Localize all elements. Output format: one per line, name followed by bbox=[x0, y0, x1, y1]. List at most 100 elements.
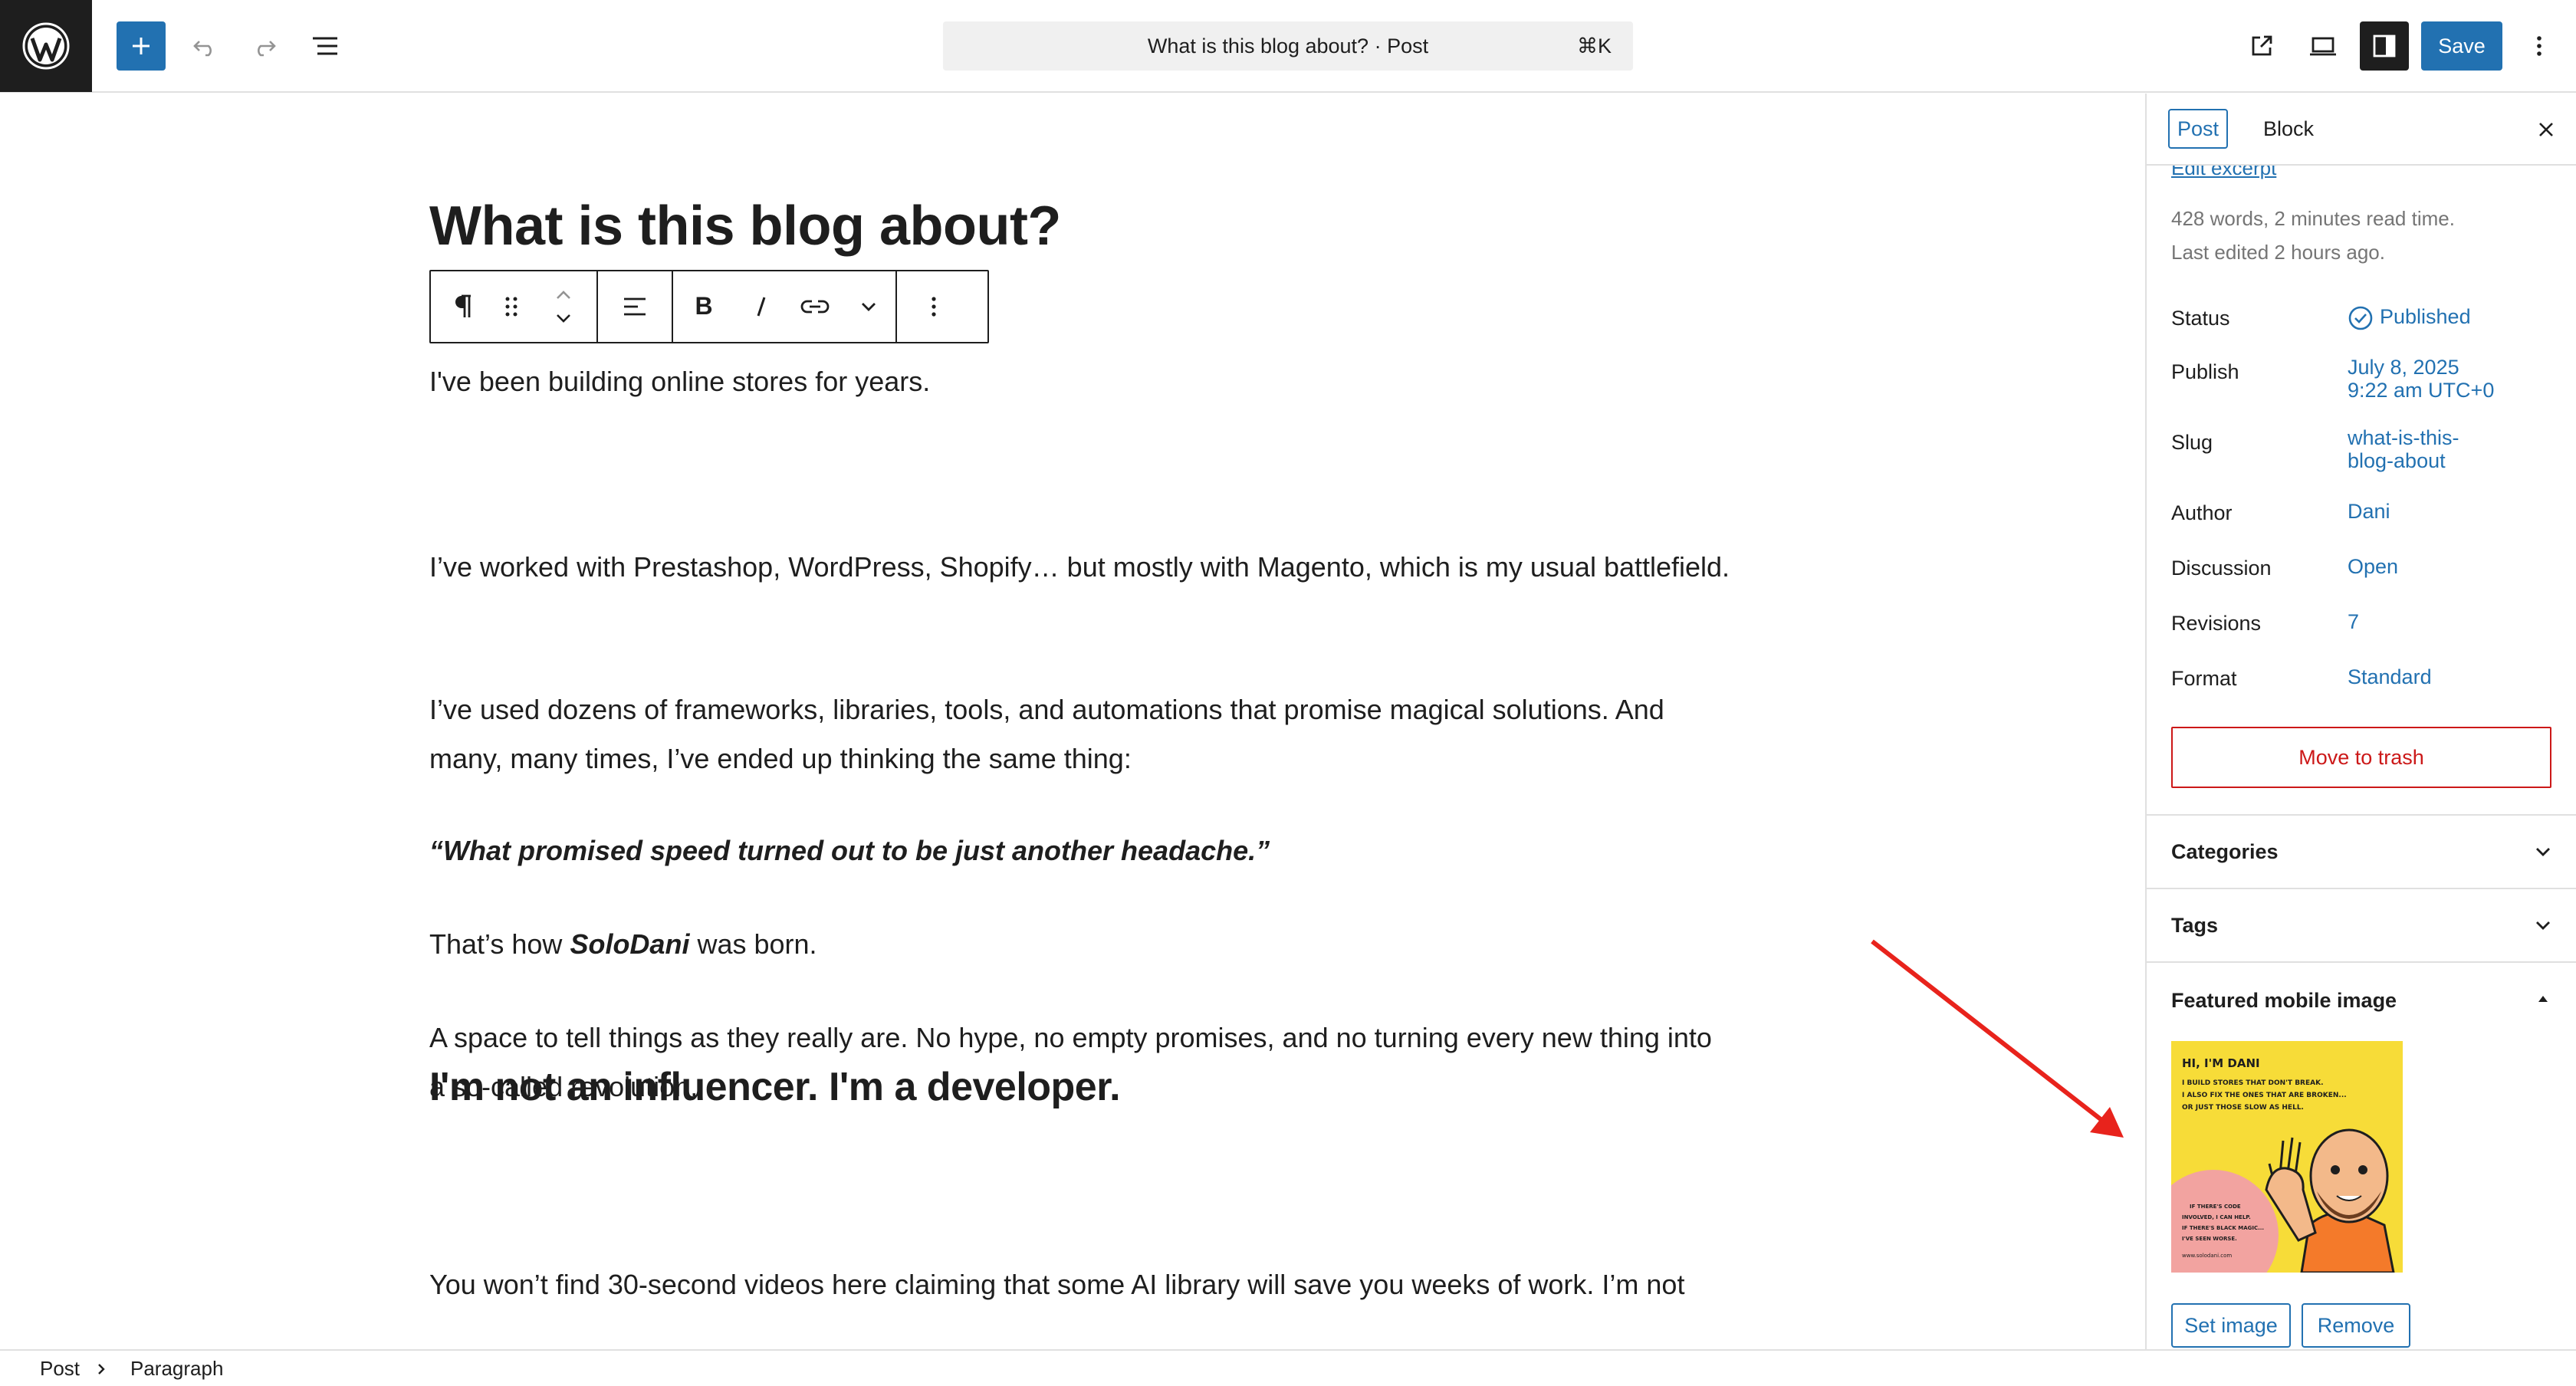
wordpress-logo[interactable] bbox=[0, 0, 92, 92]
author-value[interactable]: Dani bbox=[2348, 500, 2390, 523]
image-bubble-line-1: IF THERE'S CODE bbox=[2190, 1204, 2241, 1210]
document-overview-button[interactable] bbox=[301, 21, 350, 71]
image-headline: HI, I'M DANI bbox=[2182, 1056, 2260, 1070]
block-toolbar-group-format: B bbox=[673, 271, 897, 342]
featured-mobile-title[interactable]: Featured mobile image bbox=[2171, 989, 2397, 1013]
image-bubble-line-3: IF THERE'S BLACK MAGIC... bbox=[2182, 1225, 2265, 1231]
drag-handle-icon bbox=[505, 297, 518, 317]
row-label-format: Format bbox=[2171, 667, 2237, 690]
paragraph-block[interactable]: You won’t find 30-second videos here cla… bbox=[429, 1260, 1733, 1309]
sidebar-tabs: Post Block bbox=[2147, 94, 2576, 166]
remove-image-button[interactable]: Remove bbox=[2302, 1303, 2410, 1348]
post-title[interactable]: What is this blog about? bbox=[429, 195, 1061, 258]
tab-post[interactable]: Post bbox=[2168, 109, 2229, 149]
tags-panel[interactable]: Tags bbox=[2147, 888, 2576, 961]
row-label-author: Author bbox=[2171, 501, 2233, 524]
row-label-publish: Publish bbox=[2171, 360, 2239, 383]
slug-line-2: blog-about bbox=[2348, 449, 2446, 472]
image-line-1: I BUILD STORES THAT DON'T BREAK. bbox=[2182, 1079, 2324, 1087]
undo-icon bbox=[193, 41, 212, 57]
add-block-button[interactable] bbox=[117, 21, 166, 71]
chevron-down-icon bbox=[2532, 914, 2555, 937]
publish-date-value[interactable]: July 8, 2025 9:22 am UTC+0 bbox=[2348, 356, 2494, 402]
block-options-button[interactable] bbox=[897, 271, 971, 342]
block-options-icon bbox=[932, 297, 936, 317]
align-button[interactable] bbox=[598, 271, 672, 342]
block-toolbar-group-options bbox=[897, 271, 971, 342]
document-title: What is this blog about? · Post bbox=[1147, 34, 1429, 57]
save-button[interactable]: Save bbox=[2421, 21, 2502, 71]
published-check-icon bbox=[2348, 306, 2373, 330]
paragraph-block[interactable]: I've been building online stores for yea… bbox=[429, 357, 1733, 406]
breadcrumb-post[interactable]: Post bbox=[40, 1357, 80, 1381]
discussion-value[interactable]: Open bbox=[2348, 555, 2398, 578]
set-image-button[interactable]: Set image bbox=[2171, 1303, 2291, 1348]
categories-title: Categories bbox=[2171, 840, 2279, 863]
format-value[interactable]: Standard bbox=[2348, 665, 2432, 688]
settings-sidebar: Edit excerpt Post Block 428 words, 2 min… bbox=[2145, 94, 2576, 1349]
command-palette-bar[interactable]: What is this blog about? · Post ⌘K bbox=[943, 21, 1633, 71]
revisions-value[interactable]: 7 bbox=[2348, 610, 2359, 633]
plus-icon bbox=[133, 38, 150, 54]
move-up-icon[interactable] bbox=[553, 289, 574, 301]
row-label-slug: Slug bbox=[2171, 431, 2213, 454]
view-post-button[interactable] bbox=[2237, 21, 2286, 71]
cartoon-avatar-illustration bbox=[2265, 1128, 2395, 1273]
paragraph-block[interactable]: I’ve worked with Prestashop, WordPress, … bbox=[429, 543, 1733, 592]
block-toolbar: B bbox=[429, 270, 989, 343]
align-icon bbox=[624, 297, 646, 316]
external-link-icon bbox=[2252, 35, 2272, 56]
heading-block[interactable]: I'm not an influencer. I'm a developer. bbox=[429, 1064, 1121, 1110]
block-toolbar-group-move bbox=[431, 271, 598, 342]
breadcrumb-paragraph[interactable]: Paragraph bbox=[130, 1357, 223, 1381]
last-edited: Last edited 2 hours ago. bbox=[2171, 241, 2385, 264]
featured-image-thumbnail[interactable]: HI, I'M DANI I BUILD STORES THAT DON'T B… bbox=[2171, 1041, 2403, 1273]
redo-icon bbox=[258, 41, 276, 57]
row-label-revisions: Revisions bbox=[2171, 612, 2262, 635]
drag-handle[interactable] bbox=[492, 271, 531, 342]
link-button[interactable] bbox=[788, 271, 842, 342]
publish-date: July 8, 2025 bbox=[2348, 356, 2459, 379]
status-value[interactable]: Published bbox=[2348, 305, 2471, 331]
preview-button[interactable] bbox=[2298, 21, 2348, 71]
block-toolbar-group-align bbox=[598, 271, 673, 342]
word-count: 428 words, 2 minutes read time. bbox=[2171, 207, 2455, 230]
categories-panel[interactable]: Categories bbox=[2147, 814, 2576, 888]
list-view-icon bbox=[313, 37, 337, 55]
more-vertical-icon bbox=[2537, 36, 2542, 56]
close-sidebar-button[interactable] bbox=[2527, 110, 2565, 149]
status-text: Published bbox=[2380, 305, 2471, 329]
slug-value[interactable]: what-is-this- blog-about bbox=[2348, 426, 2459, 472]
more-rich-text-button[interactable] bbox=[842, 271, 895, 342]
image-line-2: I ALSO FIX THE ONES THAT ARE BROKEN... bbox=[2182, 1092, 2347, 1099]
breadcrumb-separator-icon bbox=[98, 1364, 105, 1375]
chevron-up-icon[interactable] bbox=[2532, 987, 2555, 1010]
chevron-down-icon bbox=[2532, 840, 2555, 863]
quote-paragraph-block[interactable]: “What promised speed turned out to be ju… bbox=[429, 826, 1733, 875]
paragraph-text: That’s how bbox=[429, 928, 570, 960]
redo-button[interactable] bbox=[239, 21, 288, 71]
more-options-chevron-icon bbox=[862, 303, 876, 311]
keyboard-shortcut: ⌘K bbox=[1576, 34, 1612, 57]
tab-block[interactable]: Block bbox=[2256, 109, 2321, 149]
brand-name: SoloDani bbox=[570, 928, 690, 960]
move-down-icon[interactable] bbox=[553, 312, 574, 324]
slug-line-1: what-is-this- bbox=[2348, 426, 2459, 449]
paragraph-text: was born. bbox=[689, 928, 817, 960]
block-type-button[interactable] bbox=[431, 271, 492, 342]
link-icon bbox=[800, 300, 830, 314]
paragraph-block[interactable]: That’s how SoloDani was born. bbox=[429, 920, 1733, 969]
close-icon bbox=[2539, 123, 2553, 136]
bold-button[interactable]: B bbox=[673, 271, 734, 342]
undo-button[interactable] bbox=[181, 21, 230, 71]
breadcrumb: Post Paragraph bbox=[0, 1349, 2576, 1386]
move-to-trash-button[interactable]: Move to trash bbox=[2171, 727, 2551, 788]
italic-icon bbox=[757, 297, 766, 317]
editor-canvas[interactable]: What is this blog about? B I've been bui… bbox=[0, 94, 2145, 1309]
settings-toggle-button[interactable] bbox=[2360, 21, 2409, 71]
image-bubble-line-2: INVOLVED, I CAN HELP. bbox=[2182, 1214, 2251, 1220]
italic-button[interactable] bbox=[734, 271, 788, 342]
options-menu-button[interactable] bbox=[2515, 21, 2564, 71]
image-url: www.solodani.com bbox=[2182, 1253, 2233, 1259]
paragraph-block[interactable]: I’ve used dozens of frameworks, librarie… bbox=[429, 685, 1733, 783]
